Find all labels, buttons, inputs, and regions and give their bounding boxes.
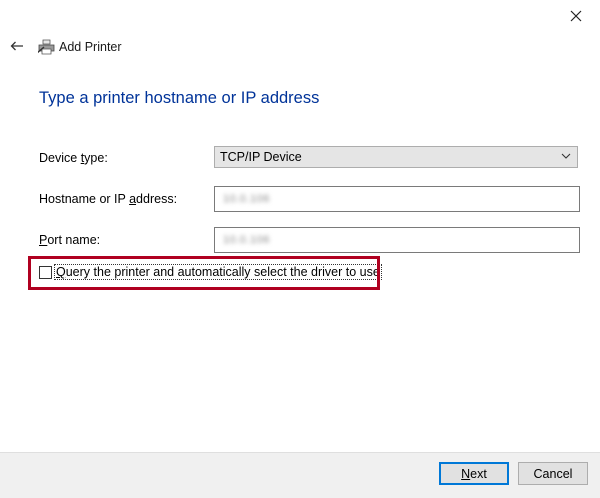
hostname-input[interactable]: 10.0.106 — [214, 186, 580, 212]
port-name-value: 10.0.106 — [223, 234, 270, 246]
close-icon — [570, 10, 582, 22]
back-button[interactable] — [6, 36, 28, 56]
printer-icon — [38, 39, 55, 55]
device-type-label: Device type: — [39, 151, 108, 165]
page-heading: Type a printer hostname or IP address — [39, 89, 320, 107]
cancel-button[interactable]: Cancel — [518, 462, 588, 485]
add-printer-window: Add Printer Type a printer hostname or I… — [0, 0, 600, 498]
hostname-value: 10.0.106 — [223, 193, 270, 205]
device-type-value: TCP/IP Device — [220, 150, 302, 164]
port-name-input[interactable]: 10.0.106 — [214, 227, 580, 253]
highlight-annotation — [28, 256, 380, 290]
device-type-select[interactable]: TCP/IP Device — [214, 146, 578, 168]
close-button[interactable] — [562, 4, 590, 28]
chevron-down-icon — [561, 153, 571, 159]
port-name-label: Port name: — [39, 233, 101, 247]
back-arrow-icon — [10, 41, 23, 51]
hostname-label: Hostname or IP address: — [39, 192, 178, 206]
next-button[interactable]: Next — [439, 462, 509, 485]
window-title: Add Printer — [59, 40, 122, 54]
button-bar — [0, 452, 600, 498]
